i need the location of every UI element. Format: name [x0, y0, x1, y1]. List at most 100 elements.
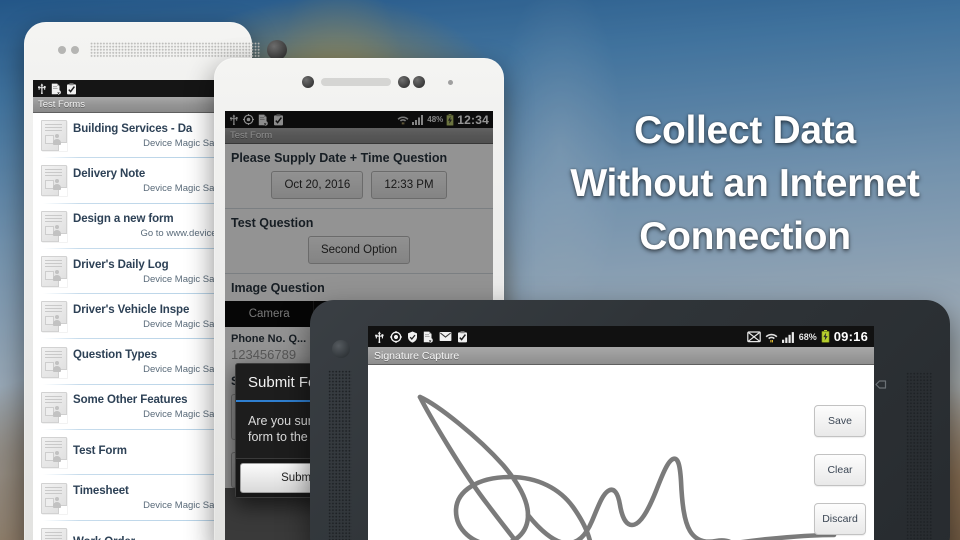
front-camera-lens — [267, 40, 287, 60]
svg-text:x: x — [264, 122, 267, 126]
battery-percent-label: 68% — [798, 331, 817, 342]
signal-icon — [781, 331, 795, 343]
phone-left-titlebar: Test Forms — [33, 97, 243, 113]
form-subtitle: Device Magic Sample — [143, 182, 235, 194]
list-item[interactable]: Test Form — [33, 430, 243, 476]
list-item[interactable]: Some Other Features Device Magic Sample — [33, 385, 243, 431]
wifi-icon — [397, 114, 409, 125]
document-error-icon: x — [258, 114, 269, 126]
save-button[interactable]: Save — [814, 405, 866, 437]
signature-canvas[interactable]: Save Clear Discard — [368, 365, 874, 540]
form-subtitle: Go to www.devicemag — [140, 228, 235, 240]
forms-list[interactable]: Building Services - Da Device Magic Samp… — [33, 113, 243, 540]
time-picker-button[interactable]: 12:33 PM — [371, 171, 447, 199]
battery-percent-label: 48% — [427, 115, 444, 124]
form-title: Design a new form — [73, 213, 174, 226]
nfc-off-icon — [746, 330, 761, 343]
headline-line-2: Without an Internet — [570, 162, 920, 205]
list-item[interactable]: Timesheet Device Magic Sample — [33, 475, 243, 521]
form-subtitle: Device Magic Sample — [143, 364, 235, 376]
document-error-icon: x — [423, 331, 434, 343]
form-title: Test Form — [73, 445, 127, 458]
sensor-dot-3 — [448, 80, 453, 85]
form-subtitle: Device Magic Sample — [143, 409, 235, 421]
page-headline: Collect Data Without an Internet Connect… — [540, 104, 950, 263]
list-item[interactable]: Delivery Note Device Magic Sample — [33, 158, 243, 204]
form-document-icon — [41, 391, 67, 423]
tablet-screen: x 68% 09:16 Signature Capture Save Clear… — [368, 326, 874, 540]
form-document-icon — [41, 482, 67, 514]
document-error-icon: x x — [51, 83, 62, 95]
signature-actions: Save Clear Discard — [814, 405, 866, 535]
test-question-select[interactable]: Second Option — [307, 236, 411, 264]
phone-middle-titlebar: Test Form — [225, 128, 493, 144]
headline-line-1: Collect Data — [634, 109, 856, 152]
form-document-icon — [41, 210, 67, 242]
back-icon[interactable] — [874, 378, 887, 391]
form-subtitle: Device Magic Sample — [143, 500, 235, 512]
usb-icon — [229, 114, 239, 125]
mail-icon — [439, 331, 452, 342]
form-title: Work Order — [73, 536, 235, 540]
form-subtitle: Device Magic Sample — [143, 318, 235, 330]
usb-icon — [37, 83, 47, 94]
form-title: Driver's Vehicle Inspe — [73, 303, 190, 316]
datetime-row: Oct 20, 2016 12:33 PM — [225, 167, 493, 209]
date-picker-button[interactable]: Oct 20, 2016 — [271, 171, 364, 199]
question-label-datetime: Please Supply Date + Time Question — [231, 151, 448, 165]
phone-left-title: Test Forms — [38, 99, 85, 110]
list-item[interactable]: Question Types Device Magic Sample — [33, 339, 243, 386]
list-item[interactable]: Driver's Daily Log Device Magic Sample — [33, 249, 243, 295]
clipboard-check-icon — [273, 113, 284, 126]
list-item[interactable]: Building Services - Da Device Magic Samp… — [33, 113, 243, 159]
form-document-icon — [41, 256, 67, 288]
screenshot-stage: Collect Data Without an Internet Connect… — [0, 0, 960, 540]
list-item[interactable]: Driver's Vehicle Inspe Device Magic Samp… — [33, 294, 243, 340]
list-item[interactable]: Design a new form Go to www.devicemag — [33, 204, 243, 250]
discard-button[interactable]: Discard — [814, 503, 866, 535]
form-document-icon — [41, 120, 67, 152]
tablet-speaker-grille-right — [906, 372, 932, 540]
svg-text:x: x — [429, 339, 432, 343]
camera-button[interactable]: Camera — [225, 301, 315, 327]
question-label-image: Image Question — [231, 281, 325, 295]
svg-text:x: x — [57, 90, 60, 95]
signal-icon — [412, 114, 424, 125]
form-document-icon — [41, 437, 67, 469]
usb-icon — [374, 330, 385, 343]
form-document-icon — [41, 301, 67, 333]
gps-icon — [390, 330, 402, 343]
phone-left-statusbar: x x — [33, 80, 243, 97]
status-clock: 12:34 — [457, 112, 489, 127]
sensor-dot-2 — [71, 46, 79, 54]
tablet-titlebar: Signature Capture — [368, 347, 874, 365]
gps-icon — [243, 114, 254, 125]
battery-charging-icon — [821, 330, 830, 343]
form-title: Timesheet — [73, 485, 129, 498]
test-question-row: Second Option — [225, 232, 493, 274]
shield-icon — [407, 331, 418, 343]
clear-button[interactable]: Clear — [814, 454, 866, 486]
question-label-test: Test Question — [231, 216, 314, 230]
phone-left-screen: x x — [33, 80, 243, 540]
status-clock: 09:16 — [833, 329, 868, 344]
sensor-dot-2 — [413, 76, 425, 88]
form-subtitle: Device Magic Sample — [143, 273, 235, 285]
form-subtitle: Device Magic Sample — [143, 137, 235, 149]
list-item[interactable]: Work Order — [33, 521, 243, 540]
wifi-icon — [765, 331, 778, 343]
tablet-statusbar: x 68% 09:16 — [368, 326, 874, 347]
battery-charging-icon — [446, 113, 454, 126]
tablet-speaker-grille-left — [328, 370, 352, 540]
phone-middle-title: Test Form — [230, 130, 273, 141]
form-title: Some Other Features — [73, 394, 188, 407]
device-tablet: x 68% 09:16 Signature Capture Save Clear… — [310, 300, 950, 540]
form-document-icon — [41, 165, 67, 197]
earpiece-speaker-grille — [90, 42, 260, 58]
form-document-icon — [41, 346, 67, 378]
headline-line-3: Connection — [639, 215, 851, 258]
earpiece-speaker — [321, 78, 391, 86]
sensor-dot-1 — [58, 46, 66, 54]
form-title: Driver's Daily Log — [73, 258, 169, 271]
front-camera-lens — [302, 76, 314, 88]
